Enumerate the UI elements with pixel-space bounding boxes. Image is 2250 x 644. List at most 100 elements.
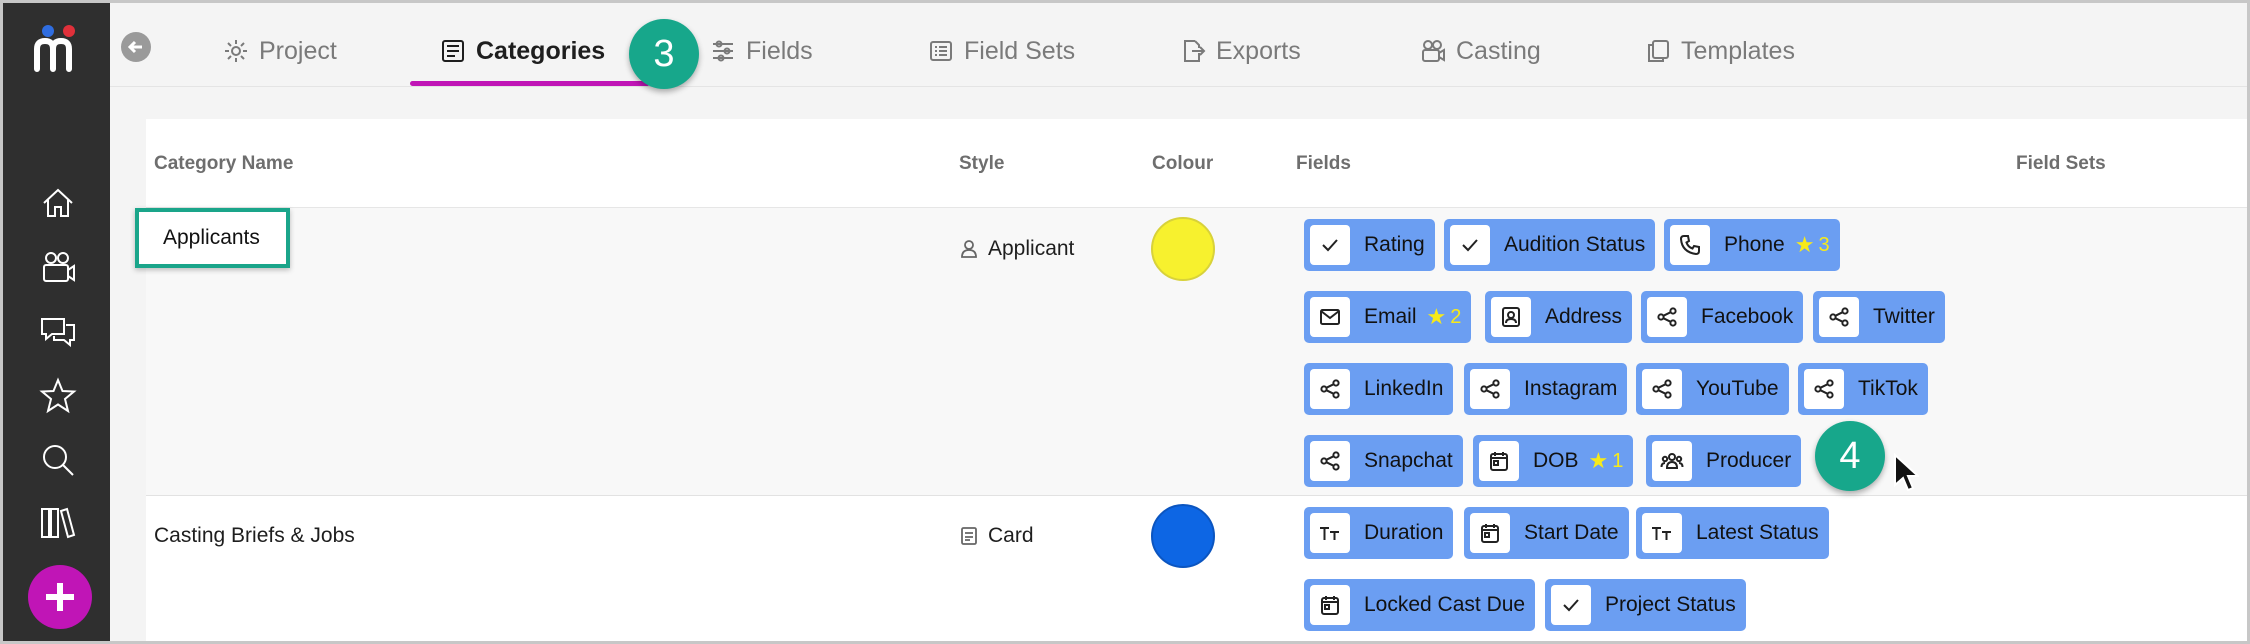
share-icon (1804, 369, 1844, 409)
tab-label: Categories (476, 36, 606, 65)
style-cell: Applicant (959, 237, 1074, 261)
field-chip-label: Twitter (1873, 305, 1935, 328)
tab-exports[interactable]: Exports (1180, 31, 1301, 71)
step-badge: 3 (629, 19, 699, 89)
check-icon (1551, 585, 1591, 625)
tab-categories[interactable]: Categories (440, 31, 605, 71)
library-icon[interactable] (36, 501, 80, 545)
text-icon (1642, 513, 1682, 553)
style-label: Card (988, 524, 1034, 547)
field-chip-label: Producer (1706, 449, 1792, 472)
search-icon[interactable] (36, 438, 80, 482)
share-icon (1470, 369, 1510, 409)
field-chip-label: Email (1364, 305, 1417, 328)
mail-icon (1310, 297, 1350, 337)
calendar-icon (1310, 585, 1350, 625)
field-chip[interactable]: Project Status (1545, 579, 1746, 631)
style-label: Applicant (988, 237, 1075, 260)
tab-project[interactable]: Project (223, 31, 337, 71)
field-chip-label: Phone (1724, 233, 1785, 256)
active-tab-indicator (410, 81, 650, 86)
tab-label: Fields (746, 36, 813, 65)
field-chip-label: Instagram (1524, 377, 1618, 400)
field-chip-label: Audition Status (1504, 233, 1646, 256)
field-chip-label: Address (1545, 305, 1623, 328)
back-button[interactable] (121, 32, 151, 62)
field-chip-label: Rating (1364, 233, 1425, 256)
app-window: Project Categories Fields Field Sets Exp… (0, 0, 2250, 644)
column-header-name: Category Name (154, 153, 294, 174)
people-icon (1652, 441, 1692, 481)
field-chip[interactable]: Snapchat (1304, 435, 1463, 487)
field-chip-label: Snapchat (1364, 449, 1453, 472)
list-icon (930, 41, 952, 61)
field-chip[interactable]: Instagram (1464, 363, 1628, 415)
text-icon (1310, 513, 1350, 553)
star-icon[interactable] (36, 374, 80, 418)
export-icon (1184, 40, 1206, 62)
phone-icon (1670, 225, 1710, 265)
sliders-icon (713, 40, 733, 62)
field-chip[interactable]: DOB ★ 1 (1473, 435, 1634, 487)
colour-swatch[interactable] (1151, 504, 1215, 568)
check-icon (1310, 225, 1350, 265)
tab-bar: Project Categories Fields Field Sets Exp… (110, 3, 2247, 87)
tab-label: Templates (1681, 36, 1795, 65)
colour-swatch[interactable] (1151, 217, 1215, 281)
field-chip[interactable]: Phone ★ 3 (1664, 219, 1840, 271)
field-chip[interactable]: LinkedIn (1304, 363, 1454, 415)
field-chip-label: DOB (1533, 449, 1579, 472)
share-icon (1310, 369, 1350, 409)
check-icon (1450, 225, 1490, 265)
field-chip-label: Duration (1364, 521, 1444, 544)
mouse-cursor-icon (1894, 453, 1919, 492)
share-icon (1642, 369, 1682, 409)
copy-icon (1648, 40, 1669, 62)
field-chip[interactable]: Twitter (1813, 291, 1945, 343)
tab-field-sets[interactable]: Field Sets (928, 31, 1075, 71)
category-name-cell[interactable]: Applicants (135, 208, 290, 268)
share-icon (1310, 441, 1350, 481)
field-chip-count: 1 (1612, 449, 1624, 472)
categories-icon (442, 40, 464, 62)
field-chip-label: Start Date (1524, 521, 1619, 544)
tab-fields[interactable]: Fields (710, 31, 813, 71)
field-chip[interactable]: Rating (1304, 219, 1435, 271)
category-name: Applicants (163, 226, 260, 249)
home-icon[interactable] (36, 181, 80, 225)
field-chip[interactable]: Address (1485, 291, 1633, 343)
tab-casting[interactable]: Casting (1420, 31, 1541, 71)
field-chip[interactable]: Duration (1304, 507, 1454, 559)
tab-templates[interactable]: Templates (1645, 31, 1795, 71)
camera-icon (1422, 40, 1445, 62)
star-icon: ★ (1426, 304, 1447, 329)
step-badge: 4 (1815, 421, 1885, 491)
field-chip[interactable]: Start Date (1464, 507, 1629, 559)
column-header-fields: Fields (1296, 153, 1351, 174)
field-chip-label: Facebook (1701, 305, 1794, 328)
person-icon (961, 240, 977, 258)
sidebar (3, 3, 110, 641)
add-button[interactable] (28, 565, 92, 629)
category-name: Casting Briefs & Jobs (154, 524, 355, 547)
field-chip[interactable]: Facebook (1641, 291, 1804, 343)
main-area: Project Categories Fields Field Sets Exp… (110, 3, 2247, 641)
share-icon (1647, 297, 1687, 337)
calendar-icon (1470, 513, 1510, 553)
share-icon (1819, 297, 1859, 337)
field-chip[interactable]: Locked Cast Due (1304, 579, 1536, 631)
field-chip-label: LinkedIn (1364, 377, 1444, 400)
contact-icon (1491, 297, 1531, 337)
tab-label: Field Sets (964, 36, 1076, 65)
movie-camera-icon[interactable] (36, 246, 80, 290)
field-chip[interactable]: Audition Status (1444, 219, 1656, 271)
chat-icon[interactable] (36, 310, 80, 354)
field-chip-label: TikTok (1858, 377, 1918, 400)
card-icon (961, 527, 977, 545)
field-chip[interactable]: Producer (1646, 435, 1802, 487)
calendar-icon (1479, 441, 1519, 481)
field-chip[interactable]: Latest Status (1636, 507, 1829, 559)
field-chip[interactable]: YouTube (1636, 363, 1789, 415)
field-chip[interactable]: Email ★ 2 (1304, 291, 1472, 343)
field-chip[interactable]: TikTok (1798, 363, 1928, 415)
